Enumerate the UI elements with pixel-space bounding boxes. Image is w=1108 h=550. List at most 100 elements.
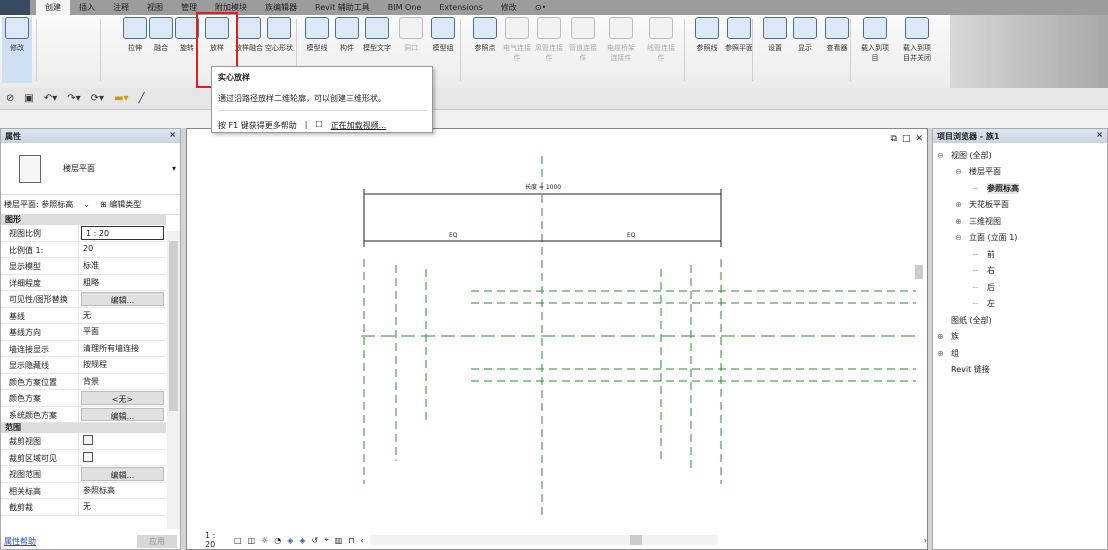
checkbox[interactable] — [83, 435, 93, 445]
canvas-horizontal-scrollbar[interactable] — [369, 535, 718, 545]
ribbon-button-22[interactable]: 查看器 — [820, 17, 854, 53]
tab-10[interactable]: 修改 — [492, 0, 526, 15]
ribbon-button-21[interactable]: 显示 — [788, 17, 822, 53]
close-icon[interactable]: × — [1096, 130, 1103, 139]
close-view-icon[interactable]: ✕ — [915, 134, 923, 144]
ribbon-button-16[interactable]: 电缆桥架连接件 — [604, 17, 638, 63]
property-group[interactable]: 图形 — [1, 215, 166, 225]
property-value[interactable]: 平面 — [79, 324, 166, 340]
edit-type-button[interactable]: ⊞ 编辑类型 — [100, 199, 141, 210]
shadows-icon[interactable]: ◔ — [274, 536, 281, 545]
browser-item[interactable]: ┈ 右 — [933, 263, 1107, 280]
temporary-hide-icon[interactable]: ⌖ — [324, 535, 329, 545]
instance-selector[interactable]: 楼层平面: 参照标高 — [4, 199, 73, 210]
properties-scrollbar[interactable] — [167, 231, 180, 529]
scroll-left-icon[interactable]: ‹ — [361, 536, 364, 545]
property-value[interactable]: 无 — [79, 499, 166, 515]
ribbon-button-0[interactable]: 修改 — [2, 17, 32, 83]
dimension-eq-left[interactable]: EQ — [449, 232, 458, 239]
browser-item[interactable]: ⊖ 立面 (立面 1) — [933, 230, 1107, 247]
scroll-right-icon[interactable]: › — [924, 536, 927, 545]
expand-toggle-icon[interactable]: ⊖ — [955, 167, 965, 176]
ribbon-button-7[interactable]: 模型线 — [300, 17, 334, 53]
property-value[interactable]: 按规程 — [79, 357, 166, 373]
tab-3[interactable]: 视图 — [138, 0, 172, 15]
expand-toggle-icon[interactable]: ⊕ — [955, 217, 965, 226]
open-icon[interactable]: ⊘ — [6, 93, 14, 104]
scroll-thumb[interactable] — [629, 535, 642, 545]
browser-item[interactable]: ⊕ 组 — [933, 345, 1107, 362]
reveal-hidden-icon[interactable]: ▥ — [335, 536, 343, 545]
drawing-canvas[interactable]: 长度 = 1000 EQ EQ ⧉ □ ✕ 1 : 20 □ ◫ ☼ ◔ ◈ ◈ ↺ ⌖ ▥ ⊓ ‹ … — [186, 128, 928, 550]
apply-button[interactable]: 应用 — [137, 534, 177, 548]
property-value[interactable]: 背景 — [79, 374, 166, 390]
expand-toggle-icon[interactable]: ⊖ — [955, 233, 965, 242]
ribbon-button-8[interactable]: 构件 — [330, 17, 364, 53]
property-value[interactable]: 20 — [79, 242, 166, 258]
browser-item[interactable]: ⊖ 视图 (全部) — [933, 147, 1107, 164]
browser-item[interactable]: ⊕ 三维视图 — [933, 213, 1107, 230]
chevron-down-icon[interactable]: ⌄ — [83, 200, 90, 209]
expand-toggle-icon[interactable]: ⊕ — [937, 332, 947, 341]
canvas-vertical-scrollbar[interactable] — [915, 149, 925, 529]
ribbon-button-13[interactable]: 电气连接件 — [500, 17, 534, 63]
tab-11[interactable]: ⊙• — [526, 0, 555, 15]
detail-level-icon[interactable]: □ — [234, 536, 242, 545]
property-value[interactable]: 清理所有墙连接 — [79, 341, 166, 357]
ribbon-button-18[interactable]: 参照线 — [690, 17, 724, 53]
restore-icon[interactable]: ⧉ — [891, 134, 897, 144]
ribbon-button-19[interactable]: 参照平面 — [722, 17, 756, 53]
browser-item[interactable]: Revit 链接 — [933, 362, 1107, 379]
checkbox[interactable] — [83, 451, 93, 462]
property-value[interactable]: 1 : 20 — [81, 226, 164, 240]
save-icon[interactable]: ▣ — [24, 93, 33, 104]
view-scale[interactable]: 1 : 20 — [205, 531, 228, 549]
tab-8[interactable]: BIM One — [379, 0, 431, 15]
tab-0[interactable]: 创建 — [36, 0, 70, 15]
browser-item[interactable]: ┈ 左 — [933, 296, 1107, 313]
property-value[interactable] — [79, 450, 166, 466]
browser-item[interactable]: 图纸 (全部) — [933, 312, 1107, 329]
dimension-total-label[interactable]: 长度 = 1000 — [525, 183, 561, 191]
maximize-icon[interactable]: □ — [902, 134, 911, 144]
property-value[interactable]: 标准 — [79, 258, 166, 274]
browser-item[interactable]: ┈ 后 — [933, 279, 1107, 296]
ribbon-button-24[interactable]: 载入到项目并关闭 — [900, 17, 934, 63]
sync-icon[interactable]: ⟳▾ — [91, 93, 104, 104]
property-value[interactable]: 编辑... — [81, 407, 164, 421]
scroll-thumb[interactable] — [169, 241, 178, 411]
dimension-eq-right[interactable]: EQ — [627, 232, 636, 239]
ribbon-button-23[interactable]: 载入到项目 — [858, 17, 892, 63]
browser-item[interactable]: ┈ 参照标高 — [933, 180, 1107, 197]
constraints-icon[interactable]: ⊓ — [348, 536, 354, 545]
close-icon[interactable]: × — [169, 130, 176, 139]
ribbon-button-20[interactable]: 设置 — [758, 17, 792, 53]
sun-path-icon[interactable]: ☼ — [261, 536, 268, 545]
properties-help-link[interactable]: 属性帮助 — [4, 536, 36, 547]
ribbon-button-10[interactable]: 洞口 — [394, 17, 428, 53]
property-value[interactable]: <无> — [81, 391, 164, 405]
ribbon-button-14[interactable]: 风管连接件 — [532, 17, 566, 63]
expand-toggle-icon[interactable]: ⊖ — [937, 151, 947, 160]
property-value[interactable]: 编辑... — [81, 292, 164, 306]
visual-style-icon[interactable]: ◫ — [248, 536, 256, 545]
ribbon-button-6[interactable]: 空心形状 — [262, 17, 296, 53]
property-value[interactable]: 参照标高 — [79, 483, 166, 499]
browser-item[interactable]: ⊕ 天花板平面 — [933, 197, 1107, 214]
browser-item[interactable]: ┈ 前 — [933, 246, 1107, 263]
property-value[interactable] — [79, 433, 166, 449]
type-selector[interactable]: 楼层平面 ▾ — [1, 143, 180, 195]
application-menu-button[interactable] — [0, 0, 30, 15]
ribbon-button-12[interactable]: 参照点 — [468, 17, 502, 53]
tab-2[interactable]: 注释 — [104, 0, 138, 15]
browser-item[interactable]: ⊕ 族 — [933, 329, 1107, 346]
scroll-thumb[interactable] — [915, 265, 923, 279]
tab-1[interactable]: 插入 — [70, 0, 104, 15]
dropdown-icon[interactable]: ▾ — [172, 164, 176, 173]
property-value[interactable]: 粗略 — [79, 275, 166, 291]
ribbon-button-17[interactable]: 线管连接件 — [644, 17, 678, 63]
tab-6[interactable]: 族编辑器 — [256, 0, 306, 15]
measure-icon[interactable]: ▬▾ — [114, 93, 128, 104]
browser-item[interactable]: ⊖ 楼层平面 — [933, 164, 1107, 181]
render-icon[interactable]: ◈ — [287, 536, 293, 545]
